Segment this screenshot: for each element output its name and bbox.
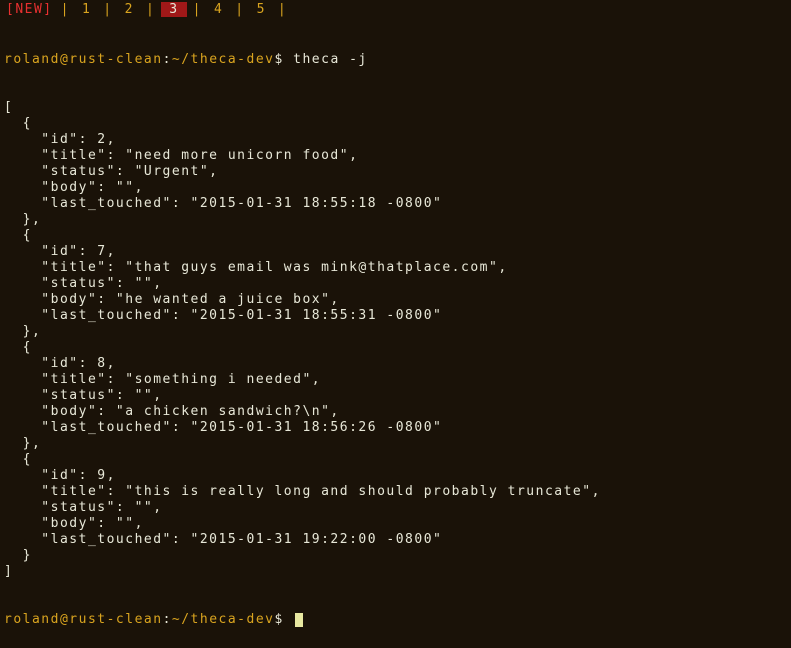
output-line: "status": "Urgent", <box>4 164 787 180</box>
output-line: "status": "", <box>4 276 787 292</box>
output-line: }, <box>4 436 787 452</box>
output-line: [ <box>4 100 787 116</box>
tab-separator: | <box>272 2 293 17</box>
tab-1[interactable]: 1 <box>76 2 97 17</box>
output-line: { <box>4 228 787 244</box>
output-line: "last_touched": "2015-01-31 18:55:18 -08… <box>4 196 787 212</box>
tab-5[interactable]: 5 <box>251 2 272 17</box>
output-line: "status": "", <box>4 500 787 516</box>
tab-separator: | <box>140 2 161 17</box>
output-line: "status": "", <box>4 388 787 404</box>
output-line: "id": 2, <box>4 132 787 148</box>
output-line: "body": "", <box>4 516 787 532</box>
prompt-path: ~/theca-dev <box>172 52 275 67</box>
tab-new-indicator: [NEW] <box>4 2 55 18</box>
tab-2[interactable]: 2 <box>119 2 140 17</box>
tab-4[interactable]: 4 <box>208 2 229 17</box>
json-output-block: [ { "id": 2, "title": "need more unicorn… <box>4 100 787 580</box>
terminal-cursor[interactable] <box>295 613 303 627</box>
tab-separator: | <box>97 2 118 17</box>
tab-separator: | <box>187 2 208 17</box>
output-line: "last_touched": "2015-01-31 19:22:00 -08… <box>4 532 787 548</box>
output-line: "title": "this is really long and should… <box>4 484 787 500</box>
output-line: { <box>4 340 787 356</box>
output-line: "last_touched": "2015-01-31 18:55:31 -08… <box>4 308 787 324</box>
prompt-user-host: roland@rust-clean <box>4 612 163 627</box>
output-line: "id": 9, <box>4 468 787 484</box>
prompt-symbol: $ <box>274 52 283 67</box>
output-line: "last_touched": "2015-01-31 18:56:26 -08… <box>4 420 787 436</box>
entered-command: theca -j <box>293 52 368 67</box>
prompt-line-2[interactable]: roland@rust-clean:~/theca-dev$ <box>4 612 787 628</box>
tab-separator: | <box>55 2 76 17</box>
prompt-symbol: $ <box>274 612 283 627</box>
output-line: { <box>4 452 787 468</box>
output-line: }, <box>4 212 787 228</box>
output-line: }, <box>4 324 787 340</box>
prompt-path: ~/theca-dev <box>172 612 275 627</box>
output-line: } <box>4 548 787 564</box>
output-line: { <box>4 116 787 132</box>
tab-3[interactable]: 3 <box>161 2 186 17</box>
output-line: "id": 7, <box>4 244 787 260</box>
output-line: "title": "need more unicorn food", <box>4 148 787 164</box>
output-line: ] <box>4 564 787 580</box>
output-line: "body": "he wanted a juice box", <box>4 292 787 308</box>
prompt-separator: : <box>163 52 172 67</box>
output-line: "id": 8, <box>4 356 787 372</box>
prompt-separator: : <box>163 612 172 627</box>
output-line: "body": "", <box>4 180 787 196</box>
tab-separator: | <box>229 2 250 17</box>
prompt-line-1: roland@rust-clean:~/theca-dev$ theca -j <box>4 52 787 68</box>
output-line: "body": "a chicken sandwich?\n", <box>4 404 787 420</box>
prompt-user-host: roland@rust-clean <box>4 52 163 67</box>
terminal-output[interactable]: roland@rust-clean:~/theca-dev$ theca -j … <box>0 20 791 648</box>
output-line: "title": "that guys email was mink@thatp… <box>4 260 787 276</box>
output-line: "title": "something i needed", <box>4 372 787 388</box>
tmux-tabbar: [NEW] |1|2|3|4|5| <box>0 0 791 20</box>
